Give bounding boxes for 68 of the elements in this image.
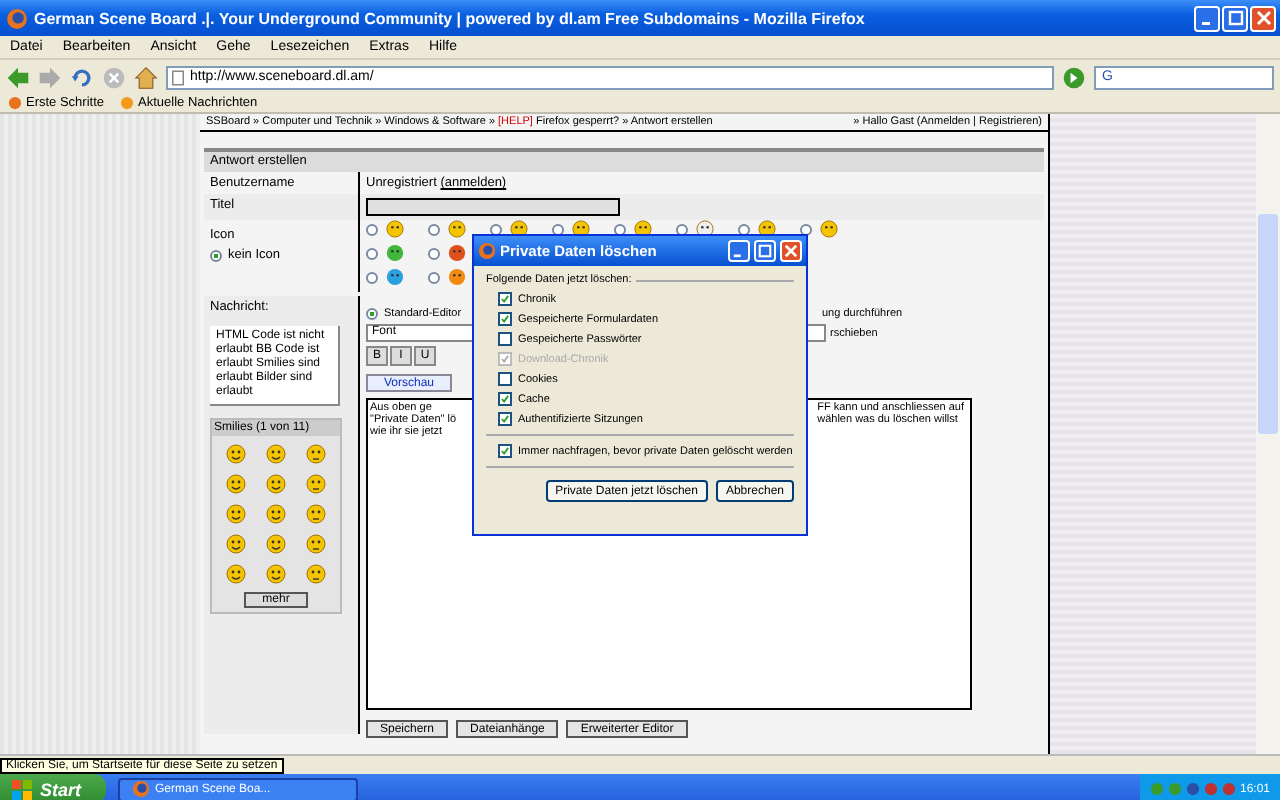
radio-button[interactable] bbox=[490, 223, 502, 235]
reload-icon[interactable] bbox=[70, 65, 94, 89]
close-button[interactable] bbox=[780, 240, 802, 262]
checkbox[interactable] bbox=[498, 444, 512, 458]
smiley-icon[interactable] bbox=[306, 504, 326, 524]
smiley-icon[interactable] bbox=[306, 534, 326, 554]
firefox-icon bbox=[478, 242, 496, 260]
smiley-icon[interactable] bbox=[226, 444, 246, 464]
minimize-button[interactable] bbox=[1194, 5, 1220, 31]
firefox-icon bbox=[6, 7, 28, 29]
smiley-icon bbox=[386, 220, 404, 238]
maximize-icon bbox=[758, 244, 772, 258]
radio-button[interactable] bbox=[428, 247, 440, 259]
radio-button[interactable] bbox=[366, 223, 378, 235]
smiley-icon[interactable] bbox=[266, 564, 286, 584]
minimize-button[interactable] bbox=[728, 240, 750, 262]
page-icon bbox=[172, 69, 184, 85]
smiley-icon[interactable] bbox=[226, 564, 246, 584]
smiley-icon bbox=[386, 244, 404, 262]
radio-button[interactable] bbox=[552, 223, 564, 235]
smiley-icon[interactable] bbox=[266, 474, 286, 494]
smiley-icon[interactable] bbox=[306, 444, 326, 464]
smiley-icon bbox=[820, 220, 838, 238]
smiley-icon bbox=[448, 244, 466, 262]
go-icon[interactable] bbox=[1062, 65, 1086, 89]
home-icon[interactable] bbox=[134, 65, 158, 89]
smiley-icon[interactable] bbox=[226, 504, 246, 524]
bookmark-icon bbox=[8, 96, 22, 110]
checkbox[interactable] bbox=[498, 292, 512, 306]
checkbox[interactable] bbox=[498, 372, 512, 386]
checkbox[interactable] bbox=[498, 312, 512, 326]
radio-button[interactable] bbox=[366, 247, 378, 259]
scrollbar[interactable] bbox=[1256, 114, 1280, 754]
radio-button[interactable] bbox=[614, 223, 626, 235]
checkbox[interactable] bbox=[498, 332, 512, 346]
radio-button[interactable] bbox=[428, 271, 440, 283]
maximize-button[interactable] bbox=[754, 240, 776, 262]
smiley-icon bbox=[448, 268, 466, 286]
window-title: German Scene Board .|. Your Underground Community | powered by dl.am Free Subdomains - Mozilla Firefox bbox=[34, 9, 867, 27]
windows-logo-icon bbox=[12, 779, 32, 799]
close-icon bbox=[784, 244, 798, 258]
smiley-icon bbox=[448, 220, 466, 238]
smiley-icon[interactable] bbox=[226, 534, 246, 554]
maximize-icon bbox=[1227, 10, 1243, 26]
radio-button[interactable] bbox=[428, 223, 440, 235]
radio-button[interactable] bbox=[210, 249, 222, 261]
smiley-icon[interactable] bbox=[266, 444, 286, 464]
checkbox[interactable] bbox=[498, 412, 512, 426]
firefox-icon bbox=[131, 780, 150, 798]
title-input[interactable] bbox=[366, 198, 620, 216]
back-icon[interactable] bbox=[6, 65, 30, 89]
bookmark-icon bbox=[120, 96, 135, 110]
smiley-icon[interactable] bbox=[266, 504, 286, 524]
radio-button[interactable] bbox=[366, 308, 378, 320]
radio-button[interactable] bbox=[366, 271, 378, 283]
smiley-icon[interactable] bbox=[306, 474, 326, 494]
maximize-button[interactable] bbox=[1222, 5, 1248, 31]
radio-button[interactable] bbox=[800, 223, 812, 235]
radio-button[interactable] bbox=[676, 223, 688, 235]
smiley-icon[interactable] bbox=[226, 474, 246, 494]
start-button[interactable]: Start bbox=[0, 774, 106, 800]
radio-button[interactable] bbox=[738, 223, 750, 235]
checkbox[interactable] bbox=[498, 392, 512, 406]
smiley-icon bbox=[386, 268, 404, 286]
close-icon bbox=[1255, 10, 1271, 26]
smiley-icon[interactable] bbox=[266, 534, 286, 554]
smiley-icon[interactable] bbox=[306, 564, 326, 584]
close-button[interactable] bbox=[1250, 5, 1276, 31]
